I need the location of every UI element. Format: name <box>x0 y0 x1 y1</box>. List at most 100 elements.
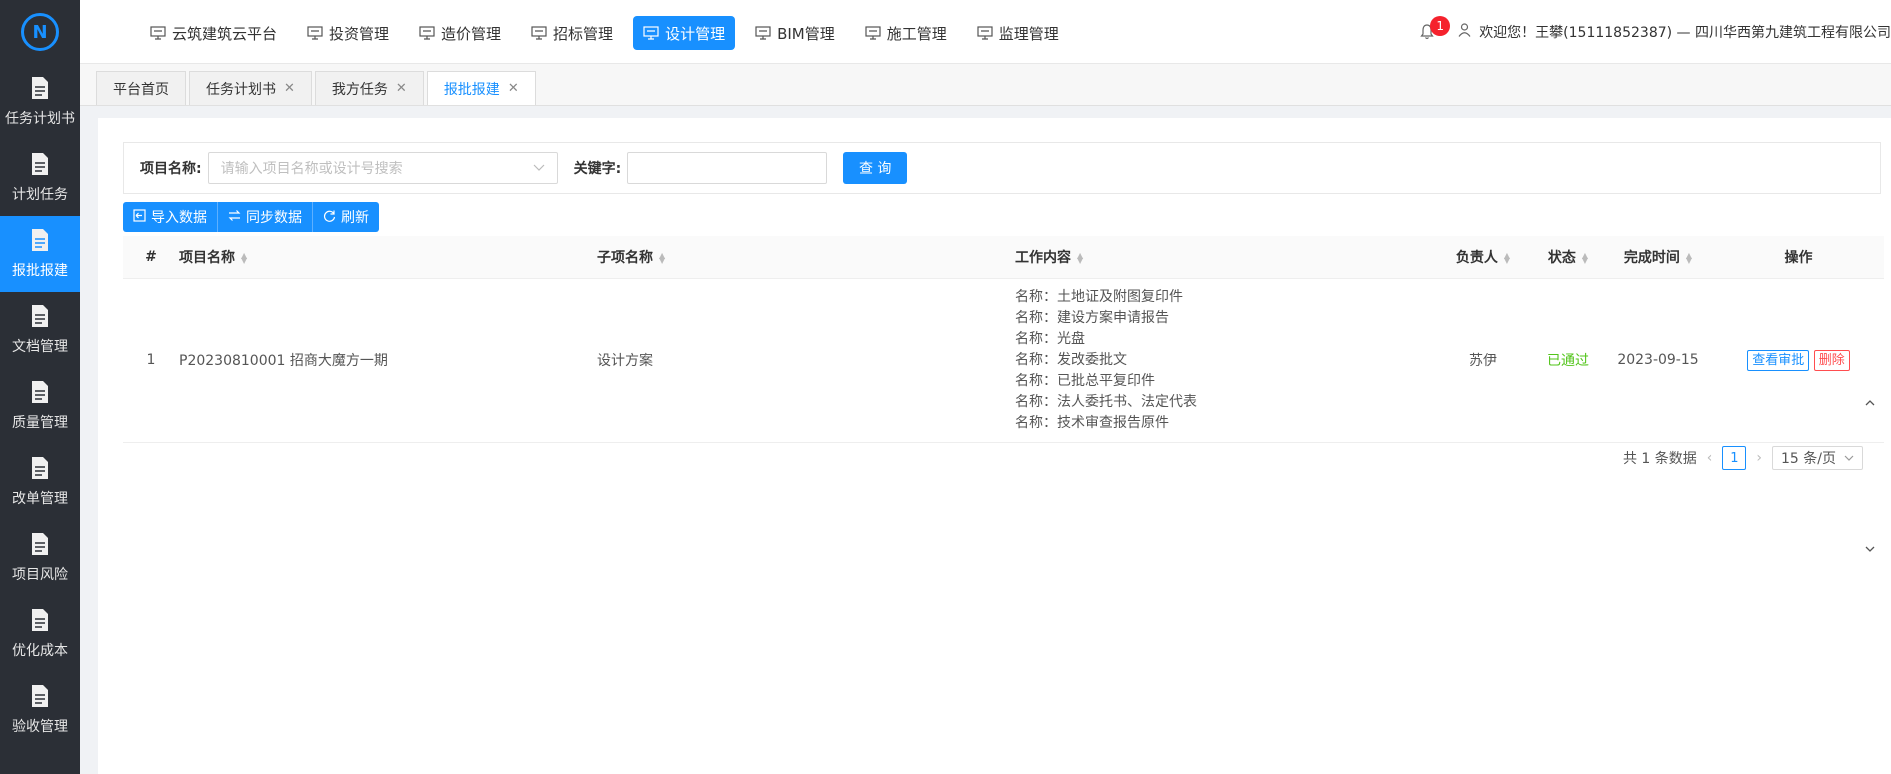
page-tab-label: 任务计划书 <box>206 81 276 98</box>
work-item: 名称：土地证及附图复印件 <box>1015 288 1183 305</box>
sidebar-item[interactable]: 报批报建 <box>0 216 80 292</box>
logo-mark: N <box>21 13 59 51</box>
top-nav-item[interactable]: 施工管理 <box>855 16 957 50</box>
col-index: # <box>123 236 179 279</box>
work-item: 名称：已批总平复印件 <box>1015 372 1155 389</box>
sidebar-item[interactable]: 改单管理 <box>0 444 80 520</box>
project-select-placeholder: 请输入项目名称或设计号搜索 <box>220 161 403 177</box>
sidebar-item[interactable]: 优化成本 <box>0 596 80 672</box>
sort-icon[interactable]: ▲ ▼ <box>659 251 665 264</box>
keyword-input[interactable] <box>627 152 828 184</box>
page-number[interactable]: 1 <box>1722 446 1747 470</box>
sidebar-item[interactable]: 质量管理 <box>0 368 80 444</box>
app-logo[interactable]: N <box>0 0 80 64</box>
page-tab-label: 报批报建 <box>443 81 500 98</box>
row-done-time: 2023-09-15 <box>1603 278 1713 443</box>
page-size-select[interactable]: 15 条/页 <box>1772 446 1863 470</box>
close-icon[interactable]: ✕ <box>396 81 407 96</box>
search-panel: 项目名称: 请输入项目名称或设计号搜索 关键字: 查 询 <box>123 142 1881 194</box>
top-nav-label: BIM管理 <box>777 24 835 43</box>
monitor-icon <box>865 26 881 40</box>
monitor-icon <box>531 26 547 40</box>
sort-icon[interactable]: ▲ ▼ <box>241 251 247 264</box>
import-data-button[interactable]: 导入数据 <box>123 202 218 232</box>
sidebar-item-label: 改单管理 <box>12 491 68 507</box>
work-item: 名称：发改委批文 <box>1015 351 1127 368</box>
col-status[interactable]: 状态 ▲ ▼ <box>1533 236 1603 279</box>
sync-data-button[interactable]: 同步数据 <box>218 202 313 232</box>
notification-bell-icon[interactable]: 1 <box>1420 16 1451 40</box>
document-icon <box>32 153 48 175</box>
sidebar-item[interactable]: 项目风险 <box>0 520 80 596</box>
close-icon[interactable]: ✕ <box>508 81 519 96</box>
table-header-row: # 项目名称 ▲ ▼ 子项名称 ▲ ▼ 工作内容 ▲ ▼ 负责人 ▲ ▼ 状态 ▲ ▼ 完成时间 ▲ ▼… <box>123 236 1884 279</box>
user-area: 1 欢迎您！王攀(15111852387) — 四川华西第九建筑工程有限公司 <box>1420 16 1891 42</box>
page-tab[interactable]: 任务计划书 ✕ <box>189 71 312 105</box>
col-project[interactable]: 项目名称 ▲ ▼ <box>179 236 597 279</box>
sidebar-item[interactable]: 任务计划书 <box>0 64 80 140</box>
page-size-value: 15 条/页 <box>1781 451 1836 467</box>
next-page-icon[interactable]: › <box>1756 450 1762 466</box>
query-button[interactable]: 查 询 <box>843 152 908 184</box>
refresh-label: 刷新 <box>341 210 369 226</box>
welcome-text[interactable]: 欢迎您！王攀(15111852387) — 四川华西第九建筑工程有限公司 <box>1479 22 1891 42</box>
col-ops: 操作 <box>1713 236 1884 279</box>
work-item: 名称：法人委托书、法定代表 <box>1015 393 1197 410</box>
page-tab-label: 平台首页 <box>113 81 169 98</box>
sync-data-label: 同步数据 <box>246 210 302 226</box>
top-nav-item[interactable]: 造价管理 <box>409 16 511 50</box>
top-nav-item[interactable]: 招标管理 <box>521 16 623 50</box>
top-nav-item[interactable]: BIM管理 <box>745 16 845 50</box>
sidebar-item[interactable]: 验收管理 <box>0 672 80 748</box>
sidebar-item-label: 质量管理 <box>12 415 68 431</box>
document-icon <box>32 457 48 479</box>
table-scrollbar[interactable] <box>1862 396 1878 556</box>
prev-page-icon[interactable]: ‹ <box>1707 450 1713 466</box>
sort-icon[interactable]: ▲ ▼ <box>1686 251 1692 264</box>
top-nav-label: 设计管理 <box>665 24 726 43</box>
sidebar-item-label: 文档管理 <box>12 339 68 355</box>
sort-icon[interactable]: ▲ ▼ <box>1077 251 1083 264</box>
main-content: 项目名称: 请输入项目名称或设计号搜索 关键字: 查 询 导入数据 同步数据 刷… <box>98 118 1891 774</box>
row-work-content: 名称：土地证及附图复印件 名称：建设方案申请报告 名称：光盘 名称：发改委批文 … <box>1015 278 1433 443</box>
document-icon <box>32 77 48 99</box>
top-nav-item[interactable]: 投资管理 <box>297 16 399 50</box>
page-tab[interactable]: 我方任务 ✕ <box>314 71 424 105</box>
project-select[interactable]: 请输入项目名称或设计号搜索 <box>207 152 558 184</box>
row-index: 1 <box>123 278 179 443</box>
top-nav-item[interactable]: 设计管理 <box>633 16 736 50</box>
sidebar-item-label: 优化成本 <box>12 643 68 659</box>
col-done-time[interactable]: 完成时间 ▲ ▼ <box>1603 236 1713 279</box>
page-tab[interactable]: 平台首页 <box>96 71 186 105</box>
work-item: 名称：技术审查报告原件 <box>1015 414 1169 431</box>
top-nav-item[interactable]: 云筑建筑云平台 <box>140 16 287 50</box>
row-status: 已通过 <box>1533 278 1603 443</box>
sidebar-item-label: 项目风险 <box>12 567 68 583</box>
sort-icon[interactable]: ▲ ▼ <box>1582 251 1588 264</box>
sidebar-item-label: 任务计划书 <box>5 111 75 127</box>
refresh-button[interactable]: 刷新 <box>313 202 379 232</box>
monitor-icon <box>419 26 435 40</box>
close-icon[interactable]: ✕ <box>284 81 295 96</box>
user-icon <box>1458 23 1471 41</box>
col-owner[interactable]: 负责人 ▲ ▼ <box>1433 236 1533 279</box>
monitor-icon <box>977 26 993 40</box>
col-subitem[interactable]: 子项名称 ▲ ▼ <box>597 236 1015 279</box>
view-approval-button[interactable]: 查看审批 <box>1747 349 1810 371</box>
sidebar-item[interactable]: 文档管理 <box>0 292 80 368</box>
row-project: P20230810001 招商大魔方一期 <box>179 278 597 443</box>
document-icon <box>32 305 48 327</box>
page-tab[interactable]: 报批报建 ✕ <box>426 71 536 105</box>
total-count: 共 1 条数据 <box>1622 451 1697 467</box>
monitor-icon <box>755 26 771 40</box>
monitor-icon <box>643 26 659 40</box>
work-item: 名称：建设方案申请报告 <box>1015 309 1169 326</box>
sort-icon[interactable]: ▲ ▼ <box>1504 251 1510 264</box>
keyword-label: 关键字: <box>573 161 622 177</box>
col-work[interactable]: 工作内容 ▲ ▼ <box>1015 236 1433 279</box>
top-nav-item[interactable]: 监理管理 <box>967 16 1069 50</box>
sidebar-item[interactable]: 计划任务 <box>0 140 80 216</box>
delete-button[interactable]: 删除 <box>1813 349 1850 371</box>
monitor-icon <box>150 26 166 40</box>
sidebar: N 任务计划书计划任务 报批报建文档管理质量管理改单管理项目风险优化成本验收管理 <box>0 0 80 774</box>
